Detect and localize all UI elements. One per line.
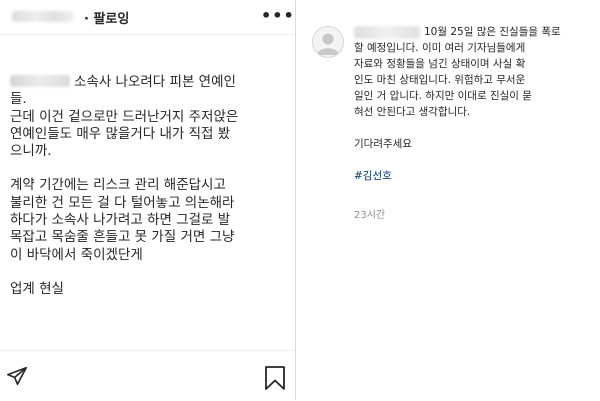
caption-line-5: 으니까. xyxy=(10,143,52,160)
caption-line-3: 근데 이건 겉으로만 드러난거지 주저앉은 xyxy=(10,108,239,125)
caption-line-8: 불리한 건 모든 걸 다 털어놓고 의논해라 xyxy=(10,194,235,211)
hashtag-link[interactable]: #김선호 xyxy=(354,168,594,184)
comment-panel: 10월 25일 많은 진실들을 폭로 할 예정입니다. 이미 여러 기자님들에게… xyxy=(304,0,600,400)
comment-line-6: 혀선 안된다고 생각합니다. xyxy=(354,106,471,118)
caption-line-4: 연예인들도 매우 많을거다 내가 직접 봤 xyxy=(10,125,231,142)
caption-line-13: 업계 현실 xyxy=(10,280,64,297)
blurred-username[interactable] xyxy=(12,11,74,22)
post-panel: · 팔로잉 ••• 소속사 나오려다 피본 연예인 들. 근데 이건 겉으로만 … xyxy=(0,0,296,400)
comment-line-3: 자료와 정황들을 넘긴 상태이며 사실 확 xyxy=(354,58,526,70)
caption-line-7: 계약 기간에는 리스크 관리 해준답시고 xyxy=(10,177,226,194)
comment-line-5: 일인 거 압니다. 하지만 이대로 진실이 묻 xyxy=(354,90,532,102)
comment-line-2: 할 예정입니다. 이미 여러 기자님들에게 xyxy=(354,42,526,54)
caption-line-10: 목잡고 목숨줄 흔들고 못 가질 거면 그냥 xyxy=(10,229,235,246)
comment-line-4: 인도 마친 상태입니다. 위험하고 무서운 xyxy=(354,74,526,86)
comment-text: 10월 25일 많은 진실들을 폭로 할 예정입니다. 이미 여러 기자님들에게… xyxy=(354,24,594,184)
comment-closing: 기다려주세요 xyxy=(354,138,412,150)
bookmark-icon[interactable] xyxy=(263,365,287,395)
caption-line-11: 이 바닥에서 죽이겠단게 xyxy=(10,246,143,263)
post-caption: 소속사 나오려다 피본 연예인 들. 근데 이건 겉으로만 드러난거지 주저앉은… xyxy=(10,74,290,298)
paper-plane-icon[interactable] xyxy=(6,365,28,391)
blurred-text xyxy=(10,75,70,87)
post-header: · 팔로잉 ••• xyxy=(0,0,295,35)
post-actions-bar xyxy=(0,350,295,401)
default-avatar-icon[interactable] xyxy=(312,26,344,58)
following-label[interactable]: · 팔로잉 xyxy=(84,8,129,27)
more-options-icon[interactable]: ••• xyxy=(261,6,295,25)
comment-timestamp[interactable]: 23시간 xyxy=(354,206,385,221)
comment-line-1: 10월 25일 많은 진실들을 폭로 xyxy=(424,26,561,38)
caption-line-1: 소속사 나오려다 피본 연예인 xyxy=(10,74,290,91)
caption-line-9: 하다가 소속사 나가려고 하면 그걸로 발 xyxy=(10,212,231,229)
caption-line-2: 들. xyxy=(10,91,27,108)
